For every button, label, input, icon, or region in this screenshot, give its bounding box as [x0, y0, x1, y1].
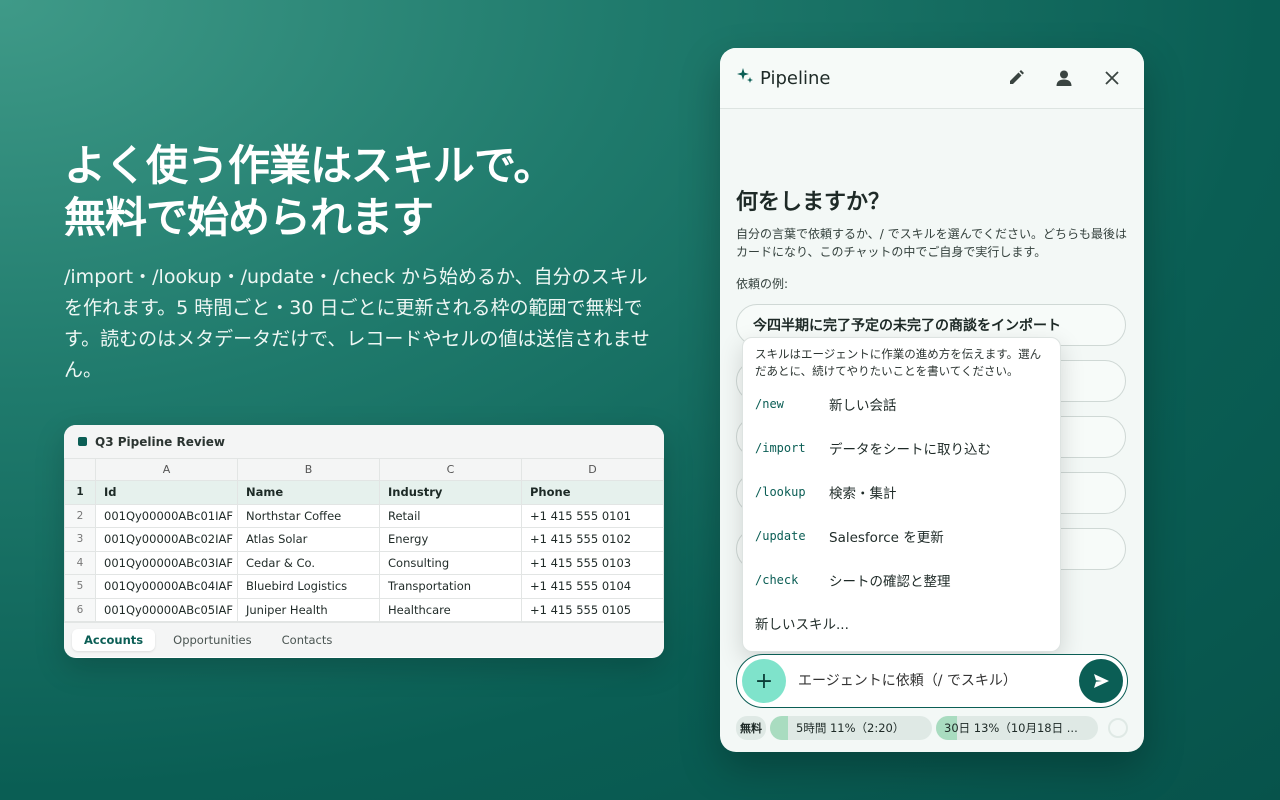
status-ring-icon — [1108, 718, 1128, 738]
close-icon[interactable] — [1096, 62, 1128, 94]
column-header[interactable]: A — [95, 458, 238, 481]
skill-command: /update — [755, 529, 806, 543]
person-icon[interactable] — [1048, 62, 1080, 94]
table-cell[interactable]: 001Qy00000ABc03IAF — [95, 550, 238, 575]
row-number[interactable]: 5 — [64, 574, 96, 599]
panel-header: Pipeline — [720, 48, 1144, 109]
thirty-day-meter: 30日 13%（10月18日 ... — [936, 716, 1098, 740]
hero-subcopy: /import・/lookup・/update・/check から始めるか、自分… — [64, 266, 650, 381]
table-cell[interactable]: Energy — [379, 527, 522, 552]
skill-item-new[interactable]: /new 新しい会話 — [755, 391, 1049, 417]
thirty-day-label: 30日 13%（10月18日 ... — [944, 721, 1078, 735]
sheet-icon — [78, 437, 87, 446]
hero-headline-line2: 無料で始められます — [64, 193, 434, 242]
pipeline-panel: Pipeline 何をしますか？ 自分の言葉で依頼するか、/ でスキルを選んでく… — [720, 48, 1144, 752]
skill-item-lookup[interactable]: /lookup 検索・集計 — [755, 479, 1049, 505]
hero-headline-line1: よく使う作業はスキルで。 — [64, 141, 555, 190]
table-row: 6 001Qy00000ABc05IAF Juniper Health Heal… — [64, 597, 664, 622]
composer: + — [736, 654, 1128, 708]
skill-command: /import — [755, 441, 806, 455]
table-cell[interactable]: Phone — [521, 480, 664, 505]
pencil-icon[interactable] — [1000, 62, 1032, 94]
usage-bar: 無料 5時間 11%（2:20） 30日 13%（10月18日 ... — [736, 716, 1132, 740]
column-header[interactable]: C — [379, 458, 522, 481]
skill-label: Salesforce を更新 — [829, 530, 944, 546]
column-header[interactable]: B — [237, 458, 380, 481]
table-cell[interactable]: Healthcare — [379, 597, 522, 622]
skill-item-update[interactable]: /update Salesforce を更新 — [755, 523, 1049, 549]
prompt-input[interactable] — [796, 672, 1079, 690]
skill-item-check[interactable]: /check シートの確認と整理 — [755, 567, 1049, 593]
skill-menu-hint: スキルはエージェントに作業の進め方を伝えます。選んだあとに、続けてやりたいことを… — [755, 347, 1042, 378]
table-cell[interactable]: Northstar Coffee — [237, 503, 380, 528]
sheet-title: Q3 Pipeline Review — [95, 434, 225, 449]
skill-label: 検索・集計 — [829, 486, 897, 502]
panel-title: Pipeline — [760, 67, 831, 89]
table-cell[interactable]: +1 415 555 0104 — [521, 574, 664, 599]
tab-contacts[interactable]: Contacts — [270, 629, 345, 651]
table-row: 3 001Qy00000ABc02IAF Atlas Solar Energy … — [64, 527, 664, 552]
skill-label: シートの確認と整理 — [829, 574, 951, 590]
table-cell[interactable]: 001Qy00000ABc04IAF — [95, 574, 238, 599]
tab-opportunities[interactable]: Opportunities — [161, 629, 263, 651]
table-cell[interactable]: 001Qy00000ABc02IAF — [95, 527, 238, 552]
panel-question: 何をしますか？ — [736, 190, 891, 215]
tab-accounts[interactable]: Accounts — [72, 629, 156, 651]
table-cell[interactable]: Industry — [379, 480, 522, 505]
skill-item-import[interactable]: /import データをシートに取り込む — [755, 435, 1049, 461]
skill-command: /lookup — [755, 485, 806, 499]
table-cell[interactable]: +1 415 555 0101 — [521, 503, 664, 528]
table-cell[interactable]: Juniper Health — [237, 597, 380, 622]
table-cell[interactable]: Consulting — [379, 550, 522, 575]
row-number[interactable]: 1 — [64, 480, 96, 505]
corner-cell — [64, 458, 96, 481]
table-cell[interactable]: Transportation — [379, 574, 522, 599]
skill-command: /new — [755, 397, 784, 411]
hero-headline: よく使う作業はスキルで。 無料で始められます — [64, 140, 555, 244]
skill-command: /check — [755, 573, 799, 587]
row-number[interactable]: 2 — [64, 503, 96, 528]
spreadsheet-preview: Q3 Pipeline Review A B C D 1 Id Name Ind… — [64, 425, 664, 658]
table-row: 2 001Qy00000ABc01IAF Northstar Coffee Re… — [64, 503, 664, 528]
column-header-row: A B C D — [64, 458, 664, 481]
row-number[interactable]: 3 — [64, 527, 96, 552]
plan-badge: 無料 — [736, 716, 766, 740]
row-number[interactable]: 4 — [64, 550, 96, 575]
sparkle-icon — [736, 66, 754, 90]
table-cell[interactable]: +1 415 555 0102 — [521, 527, 664, 552]
table-cell[interactable]: Name — [237, 480, 380, 505]
table-cell[interactable]: Id — [95, 480, 238, 505]
skill-label: 新しい会話 — [829, 398, 897, 414]
new-skill-item[interactable]: 新しいスキル... — [755, 613, 849, 633]
table-cell[interactable]: 001Qy00000ABc05IAF — [95, 597, 238, 622]
table-cell[interactable]: 001Qy00000ABc01IAF — [95, 503, 238, 528]
table-cell[interactable]: +1 415 555 0103 — [521, 550, 664, 575]
table-cell[interactable]: Cedar & Co. — [237, 550, 380, 575]
five-hour-meter: 5時間 11%（2:20） — [770, 716, 932, 740]
table-header-row: 1 Id Name Industry Phone — [64, 480, 664, 505]
send-button[interactable] — [1079, 659, 1123, 703]
sheet-grid: A B C D 1 Id Name Industry Phone 2 001Qy… — [64, 458, 664, 622]
table-row: 5 001Qy00000ABc04IAF Bluebird Logistics … — [64, 574, 664, 599]
skill-menu: スキルはエージェントに作業の進め方を伝えます。選んだあとに、続けてやりたいことを… — [742, 337, 1061, 652]
table-row: 4 001Qy00000ABc03IAF Cedar & Co. Consult… — [64, 550, 664, 575]
sheet-tabs: Accounts Opportunities Contacts — [64, 622, 664, 657]
table-cell[interactable]: Atlas Solar — [237, 527, 380, 552]
row-number[interactable]: 6 — [64, 597, 96, 622]
skill-label: データをシートに取り込む — [829, 442, 991, 458]
sheet-title-bar: Q3 Pipeline Review — [64, 425, 664, 458]
table-cell[interactable]: +1 415 555 0105 — [521, 597, 664, 622]
send-icon — [1094, 674, 1109, 688]
table-cell[interactable]: Bluebird Logistics — [237, 574, 380, 599]
panel-description: 自分の言葉で依頼するか、/ でスキルを選んでください。どちらも最後はカードになり… — [736, 227, 1128, 259]
column-header[interactable]: D — [521, 458, 664, 481]
table-cell[interactable]: Retail — [379, 503, 522, 528]
examples-label: 依頼の例: — [736, 277, 789, 291]
add-button[interactable]: + — [742, 659, 786, 703]
five-hour-label: 5時間 11%（2:20） — [796, 721, 905, 735]
